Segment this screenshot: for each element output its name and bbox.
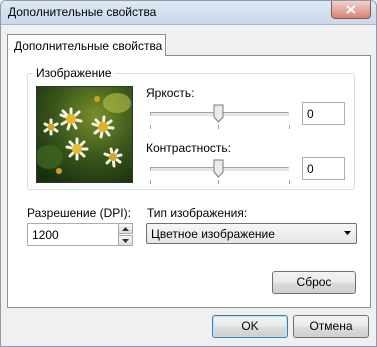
contrast-slider-thumb[interactable] (213, 159, 224, 178)
image-group-title: Изображение (33, 66, 115, 80)
tab-advanced-properties[interactable]: Дополнительные свойства (7, 34, 166, 56)
resolution-label: Разрешение (DPI): (27, 206, 131, 220)
contrast-value-field[interactable]: 0 (302, 157, 345, 180)
chevron-down-icon (344, 231, 351, 235)
image-type-label: Тип изображения: (147, 206, 248, 220)
window-title: Дополнительные свойства (8, 5, 157, 19)
dialog-window: Дополнительные свойства Дополнительные с… (0, 0, 377, 347)
brightness-slider-ticks (150, 125, 290, 129)
image-preview (36, 86, 133, 183)
arrow-up-icon (122, 226, 129, 231)
spin-up-button[interactable] (118, 223, 133, 234)
close-button[interactable] (331, 1, 371, 19)
close-icon (346, 5, 356, 14)
flower-preview-image (37, 87, 132, 182)
contrast-label: Контрастность: (146, 141, 232, 155)
image-type-selected: Цветное изображение (151, 227, 275, 241)
spin-down-button[interactable] (118, 235, 133, 246)
reset-button[interactable]: Сброс (272, 271, 356, 294)
brightness-label: Яркость: (146, 86, 195, 100)
contrast-slider-ticks (150, 180, 290, 184)
title-bar[interactable]: Дополнительные свойства (1, 1, 376, 25)
brightness-value-field[interactable]: 0 (302, 102, 345, 125)
resolution-spinner[interactable] (118, 223, 133, 246)
resolution-field[interactable]: 1200 (27, 223, 119, 246)
arrow-down-icon (122, 238, 129, 243)
ok-button[interactable]: OK (212, 315, 288, 338)
image-type-select[interactable]: Цветное изображение (146, 223, 357, 244)
brightness-slider-thumb[interactable] (213, 104, 224, 123)
cancel-button[interactable]: Отмена (293, 315, 369, 338)
